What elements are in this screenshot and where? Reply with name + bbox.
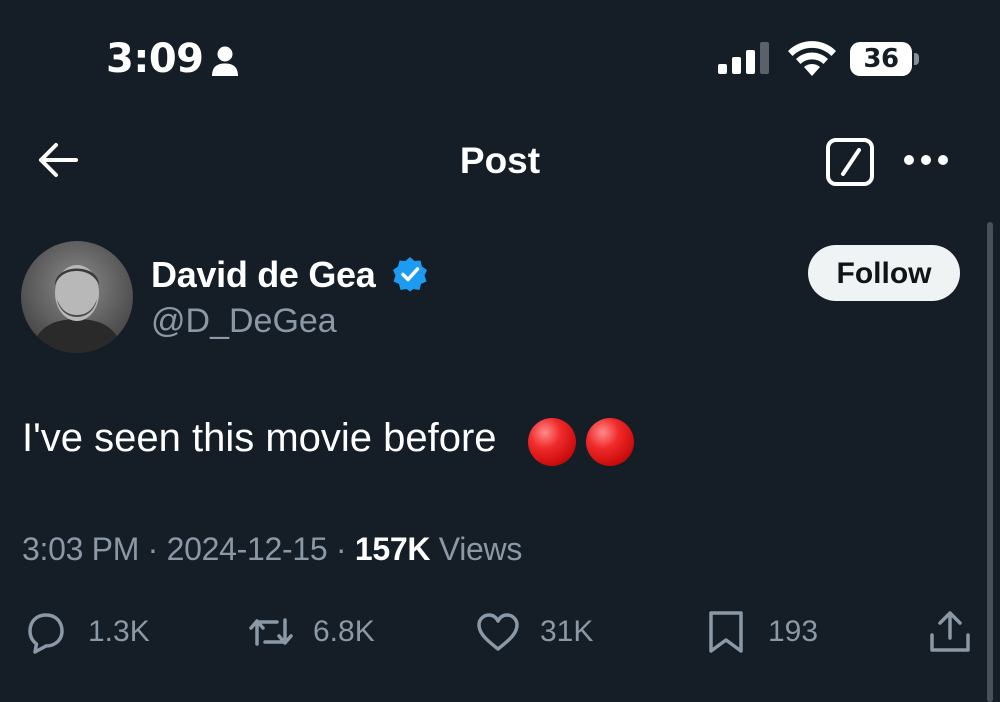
scrollbar[interactable]	[987, 222, 993, 702]
edit-icon[interactable]	[826, 138, 874, 186]
share-icon	[930, 611, 970, 652]
more-icon[interactable]	[902, 150, 950, 170]
repost-icon	[249, 618, 293, 646]
repost-button[interactable]: 6.8K	[247, 604, 375, 660]
red-circle-emoji	[586, 418, 634, 466]
views-count[interactable]: 157K	[355, 531, 431, 567]
bookmark-count: 193	[768, 615, 819, 648]
post-date[interactable]: 2024-12-15	[167, 531, 328, 567]
battery-indicator: 36	[850, 42, 919, 76]
person-icon	[212, 46, 238, 76]
post-time[interactable]: 3:03 PM	[22, 531, 139, 567]
post-header: Post	[0, 110, 1000, 210]
meta-separator: ·	[335, 531, 347, 567]
repost-count: 6.8K	[313, 615, 375, 648]
post-screen: 3:09 36 Post David de Gea @D_DeGea Follo…	[0, 0, 1000, 702]
red-circle-emoji	[528, 418, 576, 466]
heart-icon	[477, 613, 519, 651]
emoji-group	[528, 416, 638, 468]
battery-cap	[914, 53, 919, 65]
like-button[interactable]: 31K	[474, 604, 593, 660]
like-count: 31K	[540, 615, 594, 648]
views-label[interactable]: Views	[439, 531, 523, 567]
battery-level: 36	[850, 42, 912, 76]
share-button[interactable]	[926, 604, 974, 660]
wifi-icon	[788, 41, 836, 76]
verified-badge-icon	[393, 257, 427, 292]
bookmark-icon	[709, 611, 743, 653]
meta-separator: ·	[147, 531, 159, 567]
reply-icon	[28, 613, 64, 654]
bookmark-button[interactable]: 193	[702, 604, 818, 660]
status-time: 3:09	[106, 36, 204, 82]
avatar[interactable]	[21, 241, 133, 353]
author-name[interactable]: David de Gea	[151, 254, 376, 296]
author-handle[interactable]: @D_DeGea	[151, 302, 337, 341]
post-text: I've seen this movie before	[22, 416, 497, 460]
post-meta: 3:03 PM · 2024-12-15 · 157K Views	[22, 531, 522, 568]
reply-button[interactable]: 1.3K	[22, 604, 150, 660]
follow-button[interactable]: Follow	[808, 245, 960, 301]
reply-count: 1.3K	[88, 615, 150, 648]
signal-icon	[718, 42, 769, 74]
